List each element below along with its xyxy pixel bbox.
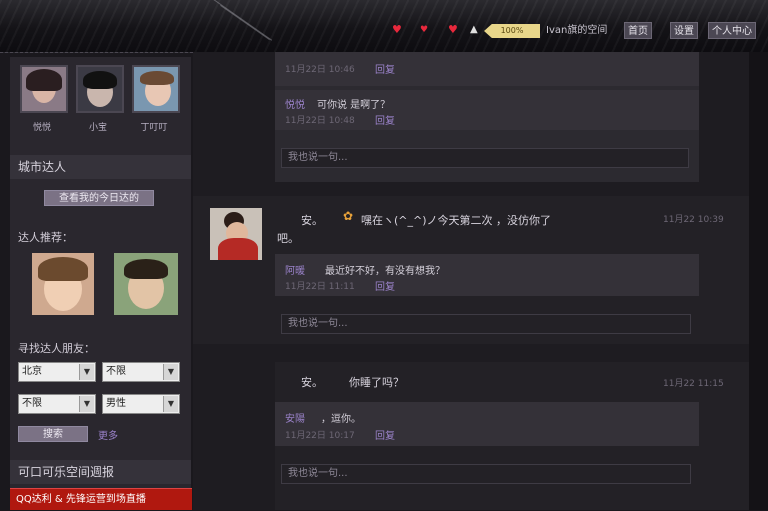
section-weekly-report: 可口可乐空间週报 — [10, 460, 191, 484]
view-experts-button[interactable]: 查看我的今日达的 — [44, 190, 154, 206]
sidebar: 悦悦 小宝 丁叮叮 城市达人 查看我的今日达的 达人推荐： 寻找达人朋友： 北京… — [10, 57, 191, 510]
nav-profile-center[interactable]: 个人中心 — [708, 22, 756, 39]
heart-icon[interactable]: ♥ — [448, 24, 458, 35]
post-author[interactable]: 安。 — [301, 212, 323, 228]
scrollbar[interactable] — [749, 52, 768, 510]
friend-name[interactable]: 小宝 — [74, 120, 122, 133]
friend-avatar[interactable] — [132, 65, 180, 113]
reply-author[interactable]: 安陽 — [285, 410, 305, 425]
reply-input[interactable]: 我也说一句... — [281, 148, 689, 168]
select-value: 北京 — [22, 366, 42, 377]
reply-time: 11月22日 10:48 — [285, 116, 355, 126]
dropdown-arrow-icon: ▼ — [79, 364, 94, 380]
district-select[interactable]: 不限 ▼ — [102, 362, 180, 382]
heart-icon[interactable]: ♥ — [392, 24, 402, 35]
promo-banner[interactable]: QQ达利 & 先锋运营到场直播 — [10, 488, 192, 510]
nav-home[interactable]: 首页 — [624, 22, 652, 39]
feed-post: 安。 ✿ 嘿在ヽ(^_^)ノ今天第二次 ，没仿你了 吧。 11月22 10:39… — [193, 196, 749, 344]
feed-post: 安。 你睡了吗？ 11月22 11:15 安陽 ，逗你。 11月22日 10:1… — [275, 362, 749, 510]
search-button[interactable]: 搜索 — [18, 426, 88, 442]
select-value: 不限 — [22, 398, 42, 409]
post-text: 嘿在ヽ(^_^)ノ今天第二次 ，没仿你了 — [361, 214, 552, 227]
level-badge: 100% — [484, 24, 540, 38]
friend-avatar[interactable] — [76, 65, 124, 113]
select-value: 男性 — [106, 398, 126, 409]
reply-author[interactable]: 阿暖 — [285, 262, 305, 277]
expert-photo[interactable] — [32, 253, 94, 315]
post-time: 11月22 10:39 — [663, 215, 724, 225]
reply-author[interactable]: 悦悦 — [285, 96, 305, 111]
reply-item: 11月22日 10:46 回复 — [275, 52, 699, 86]
post-text: 你睡了吗？ — [349, 376, 404, 389]
reply-link[interactable]: 回复 — [375, 61, 395, 76]
age-select[interactable]: 不限 ▼ — [18, 394, 96, 414]
select-value: 不限 — [106, 366, 126, 377]
reply-text: 最近好不好，有没有想我？ — [325, 266, 445, 277]
search-more-link[interactable]: 更多 — [98, 427, 118, 442]
post-author[interactable]: 安。 — [301, 374, 323, 390]
heart-icon[interactable]: ♥ — [420, 25, 430, 35]
find-friends-label: 寻找达人朋友： — [18, 342, 95, 355]
friend-name[interactable]: 丁叮叮 — [130, 120, 178, 133]
dropdown-arrow-icon: ▼ — [163, 364, 178, 380]
feed-area: 11月22日 10:46 回复 悦悦 可你说 是啊了？ 11月22日 10:48… — [193, 52, 749, 510]
reply-time: 11月22日 11:11 — [285, 282, 355, 292]
flower-icon: ✿ — [343, 209, 354, 223]
reply-item: 悦悦 可你说 是啊了？ 11月22日 10:48 回复 — [275, 90, 699, 130]
dropdown-arrow-icon: ▼ — [163, 396, 178, 412]
post-avatar[interactable] — [210, 208, 262, 260]
expert-photo[interactable] — [114, 253, 178, 315]
top-banner: ♥ ♥ ♥ ▲ 100% Ivan旗的空间 首页 设置 个人中心 — [0, 0, 768, 53]
reply-time: 11月22日 10:17 — [285, 431, 355, 441]
nav-my-space[interactable]: Ivan旗的空间 — [543, 22, 610, 39]
gender-select[interactable]: 男性 ▼ — [102, 394, 180, 414]
dropdown-arrow-icon: ▼ — [79, 396, 94, 412]
comment-block: 11月22日 10:46 回复 悦悦 可你说 是啊了？ 11月22日 10:48… — [275, 52, 699, 182]
city-select[interactable]: 北京 ▼ — [18, 362, 96, 382]
post-time: 11月22 11:15 — [663, 379, 724, 389]
recommend-label: 达人推荐： — [18, 231, 73, 244]
reply-link[interactable]: 回复 — [375, 112, 395, 127]
reply-item: 阿暖 最近好不好，有没有想我？ 11月22日 11:11 回复 — [275, 254, 699, 296]
reply-text: 可你说 是啊了？ — [317, 100, 391, 111]
reply-input[interactable]: 我也说一句... — [281, 314, 691, 334]
reply-time: 11月22日 10:46 — [285, 65, 355, 75]
reply-item: 安陽 ，逗你。 11月22日 10:17 回复 — [275, 402, 699, 446]
banner-texture — [0, 0, 768, 52]
reply-text: ，逗你。 — [321, 414, 361, 425]
reply-input[interactable]: 我也说一句... — [281, 464, 691, 484]
triangle-icon: ▲ — [470, 24, 478, 35]
reply-link[interactable]: 回复 — [375, 427, 395, 442]
reply-link[interactable]: 回复 — [375, 278, 395, 293]
section-city-experts: 城市达人 — [10, 155, 191, 179]
post-text-continued: 吧。 — [277, 232, 299, 245]
nav-settings[interactable]: 设置 — [670, 22, 698, 39]
friend-avatar[interactable] — [20, 65, 68, 113]
friend-name[interactable]: 悦悦 — [18, 120, 66, 133]
